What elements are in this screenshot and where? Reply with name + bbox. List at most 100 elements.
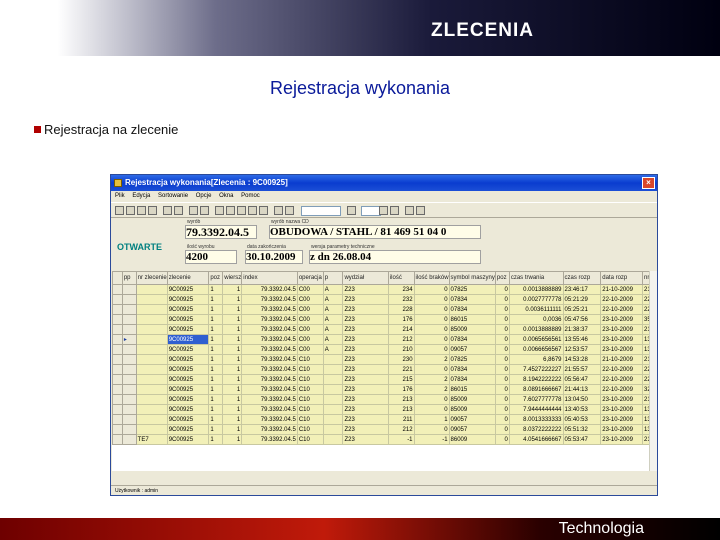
table-cell[interactable]: 1 <box>208 294 224 305</box>
table-cell[interactable]: 79.3392.04.5 <box>241 424 298 435</box>
table-cell[interactable]: 0 <box>494 384 510 395</box>
table-cell[interactable]: 9C00925 <box>166 324 210 335</box>
row-gutter[interactable] <box>112 434 123 445</box>
menu-pomoc[interactable]: Pomoc <box>241 193 260 199</box>
table-cell[interactable]: 79.3392.04.5 <box>241 354 298 365</box>
row-gutter[interactable] <box>112 424 123 435</box>
table-cell[interactable]: 9C00925 <box>166 284 210 295</box>
table-cell[interactable]: 9C00925 <box>166 314 210 325</box>
table-cell[interactable]: 0,0036 <box>508 314 564 325</box>
row-gutter[interactable] <box>112 294 123 305</box>
table-cell[interactable]: 0 <box>494 294 510 305</box>
table-cell[interactable]: 0 <box>494 424 510 435</box>
table-cell[interactable]: 1 <box>208 404 224 415</box>
table-cell[interactable]: C00 <box>296 324 324 335</box>
row-marker[interactable] <box>121 344 137 355</box>
table-cell[interactable] <box>135 414 168 425</box>
table-cell[interactable]: C00 <box>296 344 324 355</box>
nav-prev-icon[interactable] <box>347 206 356 215</box>
vertical-scrollbar[interactable] <box>649 271 657 471</box>
table-cell[interactable]: 176 <box>387 384 415 395</box>
table-cell[interactable]: 79.3392.04.5 <box>241 284 298 295</box>
column-header[interactable]: ilość <box>387 271 415 285</box>
table-cell[interactable]: 0 <box>413 344 450 355</box>
table-cell[interactable]: C10 <box>296 414 324 425</box>
table-cell[interactable]: C10 <box>296 394 324 405</box>
table-cell[interactable]: 1 <box>208 374 224 385</box>
table-cell[interactable]: Z23 <box>342 404 389 415</box>
table-cell[interactable]: 22-10-2009 <box>600 364 644 375</box>
table-cell[interactable]: 1 <box>208 354 224 365</box>
row-gutter[interactable] <box>112 304 123 315</box>
table-cell[interactable]: 8.0372222222 <box>508 424 564 435</box>
table-cell[interactable]: 1 <box>222 364 243 375</box>
table-cell[interactable]: 1 <box>222 284 243 295</box>
table-cell[interactable]: 1 <box>222 314 243 325</box>
table-cell[interactable]: 9C00925 <box>166 384 210 395</box>
table-cell[interactable]: 0 <box>494 374 510 385</box>
row-gutter[interactable] <box>112 404 123 415</box>
row-marker[interactable] <box>121 424 137 435</box>
table-cell[interactable]: 1 <box>222 434 243 445</box>
ilosc-field[interactable]: 4200 <box>185 250 237 264</box>
save-icon[interactable] <box>126 206 135 215</box>
row-marker[interactable]: ▸ <box>121 334 137 345</box>
param-field[interactable]: z dn 26.08.04 <box>309 250 481 264</box>
table-cell[interactable]: 0 <box>413 364 450 375</box>
exit-icon[interactable] <box>416 206 425 215</box>
row-gutter[interactable] <box>112 394 123 405</box>
table-cell[interactable]: 79.3392.04.5 <box>241 404 298 415</box>
table-row[interactable]: 9C00925 1 1 79.3392.04.5 C10 Z23 213 0 85009 0 7.9… <box>112 404 657 415</box>
table-cell[interactable]: 1 <box>413 414 450 425</box>
table-cell[interactable]: 1 <box>208 334 224 345</box>
column-header[interactable]: operacja <box>296 271 324 285</box>
table-cell[interactable]: A <box>322 324 344 335</box>
table-cell[interactable]: 0.0066656567 <box>508 344 564 355</box>
table-cell[interactable]: -1 <box>387 434 415 445</box>
table-cell[interactable]: 79.3392.04.5 <box>241 304 298 315</box>
last-record-icon[interactable] <box>259 206 268 215</box>
table-cell[interactable]: 0 <box>494 324 510 335</box>
refresh-icon[interactable] <box>163 206 172 215</box>
delete-icon[interactable] <box>174 206 183 215</box>
row-gutter[interactable] <box>112 414 123 425</box>
table-cell[interactable]: 0 <box>494 364 510 375</box>
table-cell[interactable]: 0 <box>494 434 510 445</box>
menu-okna[interactable]: Okna <box>219 193 233 199</box>
nazwa-field[interactable]: OBUDOWA / STAHL / 81 469 51 04 0 <box>269 225 481 239</box>
table-cell[interactable]: 79.3392.04.5 <box>241 324 298 335</box>
row-marker[interactable] <box>121 354 137 365</box>
row-marker[interactable] <box>121 414 137 425</box>
table-cell[interactable]: 0.0013888889 <box>508 324 564 335</box>
table-cell[interactable]: 211 <box>387 414 415 425</box>
table-cell[interactable]: 22-10-2009 <box>600 384 644 395</box>
row-marker[interactable] <box>121 314 137 325</box>
table-cell[interactable]: 07834 <box>448 374 496 385</box>
row-marker[interactable] <box>121 394 137 405</box>
table-cell[interactable]: 05:47:56 <box>562 314 602 325</box>
table-cell[interactable] <box>135 404 168 415</box>
table-cell[interactable]: 86015 <box>448 314 496 325</box>
table-cell[interactable]: 1 <box>222 304 243 315</box>
table-cell[interactable] <box>322 414 344 425</box>
table-cell[interactable]: 1 <box>208 304 224 315</box>
row-marker[interactable] <box>121 434 137 445</box>
table-cell[interactable]: 07834 <box>448 364 496 375</box>
table-row[interactable]: 9C00925 1 1 79.3392.04.5 C10 Z23 230 2 07825 0 6,8… <box>112 354 657 365</box>
table-cell[interactable]: 9C00925 <box>166 334 210 345</box>
table-cell[interactable]: 0 <box>413 394 450 405</box>
table-cell[interactable]: 23-10-2009 <box>600 404 644 415</box>
table-cell[interactable]: 86015 <box>448 384 496 395</box>
table-cell[interactable]: 23-10-2009 <box>600 344 644 355</box>
copy-icon[interactable] <box>148 206 157 215</box>
table-cell[interactable]: Z23 <box>342 334 389 345</box>
table-cell[interactable]: C00 <box>296 294 324 305</box>
table-cell[interactable]: 1 <box>222 294 243 305</box>
table-cell[interactable]: Z23 <box>342 374 389 385</box>
table-cell[interactable]: 79.3392.04.5 <box>241 394 298 405</box>
row-gutter[interactable] <box>112 314 123 325</box>
table-cell[interactable]: 1 <box>208 284 224 295</box>
row-gutter[interactable] <box>112 364 123 375</box>
wyrob-field[interactable]: 79.3392.04.5 <box>185 225 257 239</box>
table-cell[interactable]: 0 <box>494 344 510 355</box>
